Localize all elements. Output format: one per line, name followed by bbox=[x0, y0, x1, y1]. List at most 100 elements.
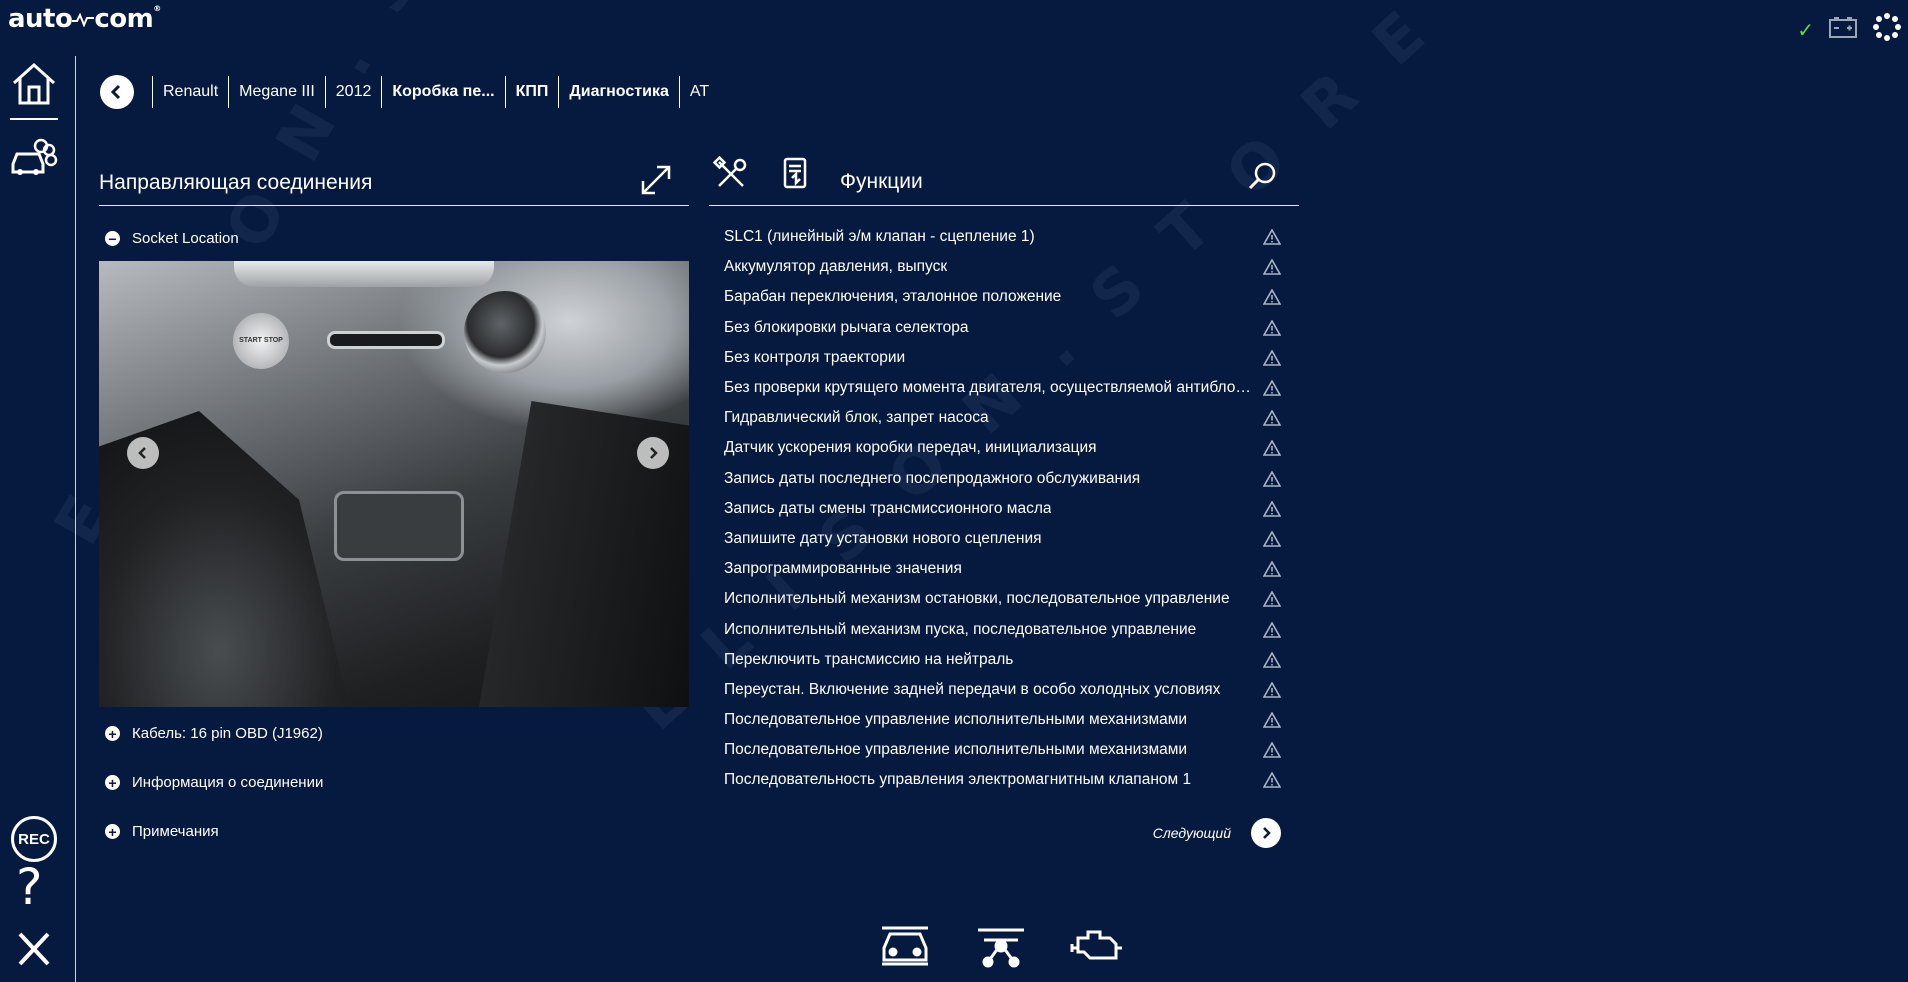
notes-toggle[interactable]: + Примечания bbox=[105, 823, 689, 840]
warning-icon bbox=[1263, 651, 1281, 668]
photo-prev-button[interactable] bbox=[127, 437, 159, 469]
car-front-icon[interactable] bbox=[878, 922, 932, 968]
warning-icon bbox=[1263, 591, 1281, 608]
help-label: ? bbox=[16, 858, 43, 916]
photo-start-button: START STOP bbox=[233, 313, 289, 369]
function-label: Запись даты последнего послепродажного о… bbox=[724, 469, 1141, 487]
connection-info-label: Информация о соединении bbox=[132, 774, 324, 791]
chevron-left-icon bbox=[138, 447, 146, 459]
breadcrumb-item-model[interactable]: Megane III bbox=[228, 76, 325, 108]
function-list-item[interactable]: Запись даты смены трансмиссионного масла bbox=[709, 494, 1299, 524]
function-label: Барабан переключения, эталонное положени… bbox=[724, 288, 1062, 306]
function-label: Гидравлический блок, запрет насоса bbox=[724, 409, 989, 427]
left-sidebar: REC ? bbox=[0, 56, 76, 982]
function-label: Запись даты смены трансмиссионного масла bbox=[724, 499, 1052, 517]
function-list-item[interactable]: Переустан. Включение задней передачи в о… bbox=[709, 675, 1299, 705]
bottom-toolbar bbox=[878, 922, 1124, 968]
warning-icon bbox=[1263, 319, 1281, 336]
function-list-item[interactable]: Последовательность управления электромаг… bbox=[709, 765, 1299, 795]
functions-title: Функции bbox=[840, 170, 923, 193]
engine-icon[interactable] bbox=[1070, 922, 1124, 968]
function-label: Исполнительный механизм остановки, после… bbox=[724, 590, 1230, 608]
function-list-item[interactable]: Исполнительный механизм пуска, последова… bbox=[709, 614, 1299, 644]
function-list-item[interactable]: Датчик ускорения коробки передач, инициа… bbox=[709, 433, 1299, 463]
help-button[interactable]: ? bbox=[16, 862, 43, 912]
record-button[interactable]: REC bbox=[11, 816, 57, 862]
function-list-item[interactable]: Исполнительный механизм остановки, после… bbox=[709, 584, 1299, 614]
function-list-item[interactable]: Без проверки крутящего момента двигателя… bbox=[709, 373, 1299, 403]
cable-section-toggle[interactable]: + Кабель: 16 pin OBD (J1962) bbox=[105, 725, 689, 742]
function-label: Без блокировки рычага селектора bbox=[724, 318, 969, 336]
home-icon bbox=[12, 62, 56, 105]
expand-plus-icon: + bbox=[105, 775, 120, 790]
warning-icon bbox=[1263, 259, 1281, 276]
next-page-button[interactable]: Следующий bbox=[1153, 818, 1281, 848]
connection-guide-panel: Направляющая соединения − Socket Locatio… bbox=[99, 162, 689, 840]
warning-icon bbox=[1263, 380, 1281, 396]
function-label: Датчик ускорения коробки передач, инициа… bbox=[724, 439, 1097, 457]
function-label: Запишите дату установки нового сцепления bbox=[724, 529, 1042, 547]
home-button[interactable] bbox=[6, 56, 62, 112]
settings-gear-icon[interactable] bbox=[1872, 12, 1902, 42]
functions-panel: Функции SLC1 (линейный э/м клапан - сцеп… bbox=[709, 150, 1299, 848]
warning-icon bbox=[1263, 470, 1281, 487]
functions-list: SLC1 (линейный э/м клапан - сцепление 1)… bbox=[709, 222, 1299, 796]
panel-title: Направляющая соединения bbox=[99, 171, 373, 194]
function-label: Исполнительный механизм пуска, последова… bbox=[724, 620, 1197, 638]
function-list-item[interactable]: Переключить трансмиссию на нейтраль bbox=[709, 645, 1299, 675]
photo-next-button[interactable] bbox=[637, 437, 669, 469]
breadcrumb-item-year[interactable]: 2012 bbox=[324, 76, 382, 108]
chevron-right-icon bbox=[1251, 818, 1281, 848]
warning-icon bbox=[1263, 440, 1281, 457]
function-list-item[interactable]: Аккумулятор давления, выпуск bbox=[709, 252, 1299, 282]
function-list-item[interactable]: Запись даты последнего послепродажного о… bbox=[709, 464, 1299, 494]
warning-icon bbox=[1263, 500, 1281, 517]
collapse-icon: − bbox=[105, 231, 120, 246]
vehicle-button[interactable] bbox=[6, 128, 62, 184]
connection-guide-header: Направляющая соединения bbox=[99, 162, 689, 206]
function-label: Последовательность управления электромаг… bbox=[724, 771, 1192, 789]
active-indicator bbox=[10, 118, 58, 120]
warning-icon bbox=[1263, 712, 1281, 728]
function-list-item[interactable]: SLC1 (линейный э/м клапан - сцепление 1) bbox=[709, 222, 1299, 252]
functions-header: Функции bbox=[709, 150, 1299, 206]
breadcrumb-item-gearbox[interactable]: Коробка пе... bbox=[381, 76, 504, 108]
function-list-item[interactable]: Без блокировки рычага селектора bbox=[709, 313, 1299, 343]
function-list-item[interactable]: Барабан переключения, эталонное положени… bbox=[709, 282, 1299, 312]
breadcrumb-item-type[interactable]: AT bbox=[678, 76, 719, 108]
breadcrumb: Renault Megane III 2012 Коробка пе... КП… bbox=[100, 74, 719, 110]
photo-knob bbox=[464, 291, 546, 373]
record-label: REC bbox=[18, 830, 50, 848]
close-icon[interactable] bbox=[14, 926, 54, 970]
function-label: Переключить трансмиссию на нейтраль bbox=[724, 650, 1014, 668]
vehicle-icon bbox=[11, 138, 58, 175]
connection-info-toggle[interactable]: + Информация о соединении bbox=[105, 774, 689, 791]
warning-icon bbox=[1263, 410, 1281, 427]
function-label: Запрограммированные значения bbox=[724, 560, 962, 578]
next-page-label: Следующий bbox=[1152, 825, 1231, 841]
breadcrumb-item-make[interactable]: Renault bbox=[152, 76, 228, 108]
tools-icon[interactable] bbox=[713, 156, 749, 192]
breadcrumb-item-system[interactable]: КПП bbox=[504, 76, 559, 108]
photo-pocket bbox=[334, 491, 464, 561]
warning-icon bbox=[1263, 561, 1281, 577]
search-icon[interactable] bbox=[1247, 160, 1279, 192]
function-list-item[interactable]: Последовательное управление исполнительн… bbox=[709, 735, 1299, 765]
function-label: Без контроля траектории bbox=[724, 348, 906, 366]
expand-icon[interactable] bbox=[639, 163, 673, 197]
ecu-icon[interactable] bbox=[779, 156, 815, 192]
function-list-item[interactable]: Запрограммированные значения bbox=[709, 554, 1299, 584]
function-list-item[interactable]: Запишите дату установки нового сцепления bbox=[709, 524, 1299, 554]
function-list-item[interactable]: Гидравлический блок, запрет насоса bbox=[709, 403, 1299, 433]
chevron-left-icon bbox=[110, 84, 121, 100]
connection-check-icon: ✓ bbox=[1797, 20, 1814, 42]
function-list-item[interactable]: Последовательное управление исполнительн… bbox=[709, 705, 1299, 735]
back-button[interactable] bbox=[100, 75, 134, 109]
function-list-item[interactable]: Без контроля траектории bbox=[709, 343, 1299, 373]
breadcrumb-item-diagnostics[interactable]: Диагностика bbox=[558, 76, 679, 108]
network-icon[interactable] bbox=[974, 922, 1028, 968]
socket-location-toggle[interactable]: − Socket Location bbox=[105, 230, 689, 247]
warning-icon bbox=[1263, 530, 1281, 547]
function-label: Последовательное управление исполнительн… bbox=[724, 711, 1188, 729]
expand-plus-icon: + bbox=[105, 726, 120, 741]
